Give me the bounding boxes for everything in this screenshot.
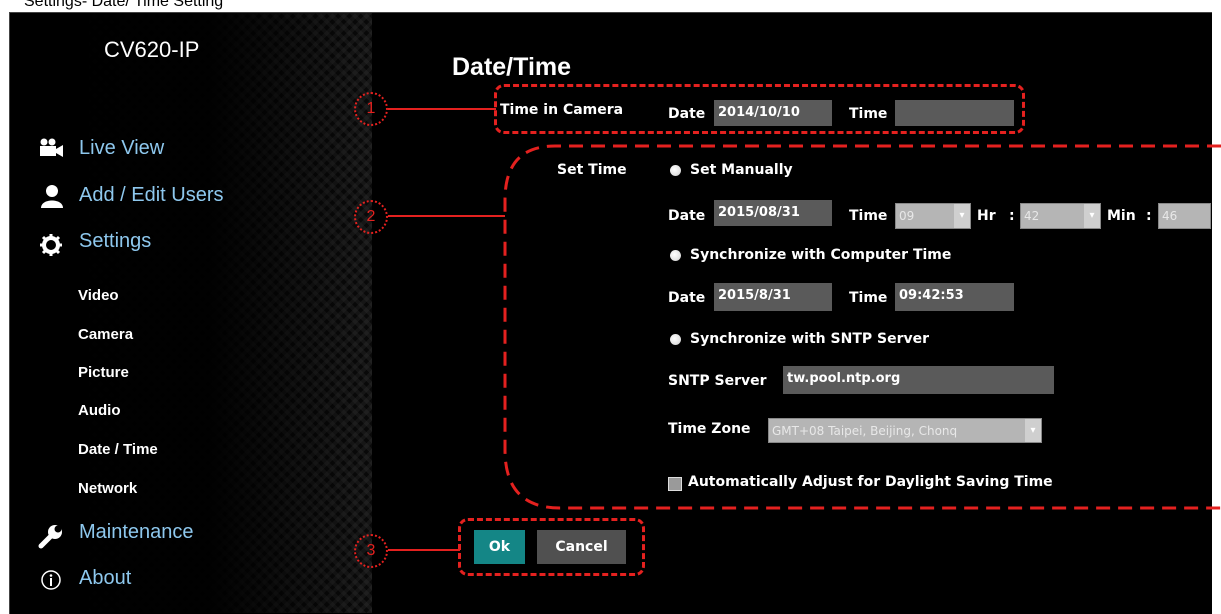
callout-marker-2: 2 bbox=[354, 200, 388, 234]
callout-marker-1: 1 bbox=[354, 92, 388, 126]
buttons-highlight bbox=[458, 518, 645, 576]
callout-marker-3: 3 bbox=[354, 534, 388, 568]
callout-line-2 bbox=[388, 215, 505, 217]
callout-line-1 bbox=[388, 108, 496, 110]
callout-line-3 bbox=[388, 549, 460, 551]
